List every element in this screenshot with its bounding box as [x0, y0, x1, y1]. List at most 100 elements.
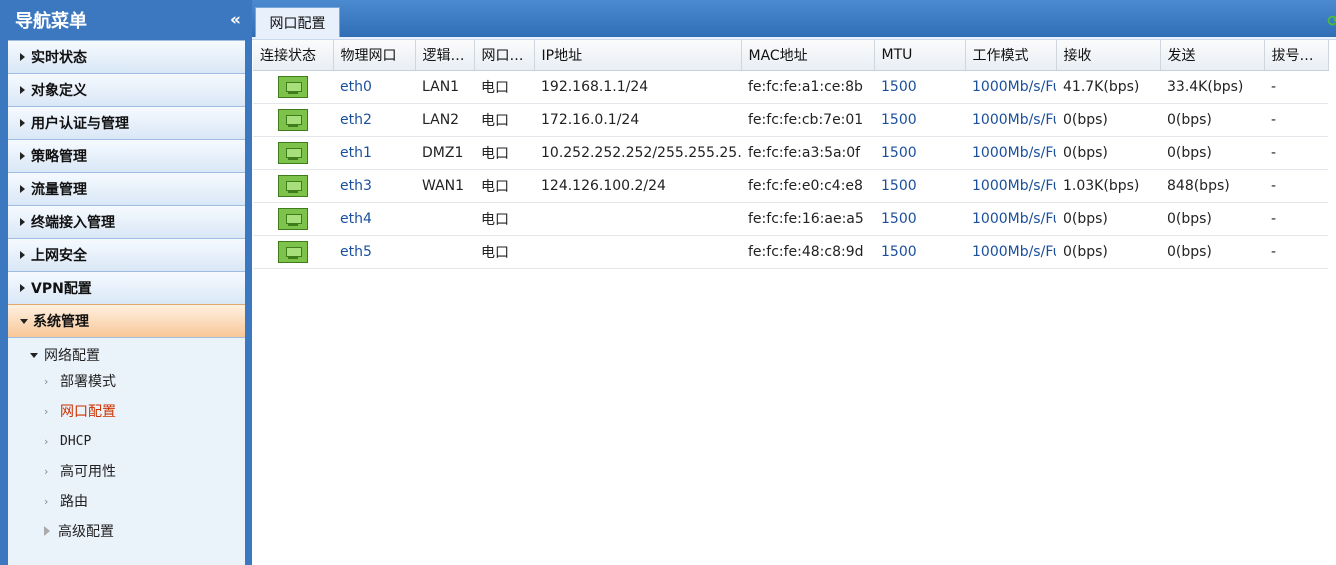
mac-address: fe:fc:fe:16:ae:a5 — [741, 202, 874, 236]
chevron-right-icon: › — [44, 404, 49, 418]
menu-item-system-management[interactable]: 系统管理 — [8, 304, 245, 337]
menu-item-terminal-access[interactable]: 终端接入管理 — [8, 205, 245, 238]
submenu: 网络配置 › 部署模式 › 网口配置 › DHCP › 高可用性 › 路由 高级配置 — [8, 337, 245, 546]
col-header-receive[interactable]: 接收 — [1056, 40, 1161, 71]
physical-port-link[interactable]: eth0 — [333, 70, 415, 104]
col-header-ip[interactable]: IP地址 — [534, 40, 742, 71]
menu-item-label: 对象定义 — [31, 83, 87, 99]
logical-port: LAN1 — [415, 70, 474, 104]
expand-arrow-icon — [20, 284, 25, 292]
submenu-item-routing[interactable]: › 路由 — [8, 486, 245, 516]
chevron-right-icon: › — [44, 434, 49, 448]
receive-rate: 1.03K(bps) — [1056, 169, 1160, 203]
dial-status: - — [1264, 103, 1328, 137]
status-cell — [253, 103, 333, 137]
network-port-connected-icon — [278, 108, 308, 131]
menu-item-vpn[interactable]: VPN配置 — [8, 271, 245, 304]
port-type: 电口 — [474, 136, 534, 170]
sidebar: 导航菜单 « 实时状态 对象定义 用户认证与管理 策略管理 流量管理 终端接入管… — [0, 0, 252, 565]
nav-menu: 实时状态 对象定义 用户认证与管理 策略管理 流量管理 终端接入管理 上网安全 … — [8, 40, 245, 565]
dial-status: - — [1264, 136, 1328, 170]
col-header-send[interactable]: 发送 — [1160, 40, 1265, 71]
chevron-right-icon: › — [44, 494, 49, 508]
ip-address: 10.252.252.252/255.255.25… — [534, 136, 741, 170]
network-port-connected-icon — [278, 174, 308, 197]
menu-item-internet-security[interactable]: 上网安全 — [8, 238, 245, 271]
physical-port-link[interactable]: eth3 — [333, 169, 415, 203]
menu-item-policy[interactable]: 策略管理 — [8, 139, 245, 172]
submenu-item-label: 高级配置 — [58, 524, 114, 540]
table-row[interactable]: eth2 LAN2 电口 172.16.0.1/24 fe:fc:fe:cb:7… — [253, 103, 1328, 137]
work-mode: 1000Mb/s/Fu — [965, 70, 1056, 104]
submenu-item-label: 路由 — [60, 494, 88, 510]
expand-arrow-icon — [20, 251, 25, 259]
menu-item-object-definition[interactable]: 对象定义 — [8, 73, 245, 106]
dial-status: - — [1264, 70, 1328, 104]
collapse-arrow-icon — [30, 352, 38, 358]
menu-item-user-auth[interactable]: 用户认证与管理 — [8, 106, 245, 139]
mac-address: fe:fc:fe:48:c8:9d — [741, 235, 874, 269]
refresh-icon[interactable]: ⟳ — [1327, 12, 1336, 30]
logical-port — [415, 202, 474, 236]
expand-arrow-icon — [20, 152, 25, 160]
table-row[interactable]: eth5 电口 fe:fc:fe:48:c8:9d 1500 1000Mb/s/… — [253, 235, 1328, 269]
submenu-item-dhcp[interactable]: › DHCP — [8, 426, 245, 456]
table-row[interactable]: eth0 LAN1 电口 192.168.1.1/24 fe:fc:fe:a1:… — [253, 70, 1328, 104]
submenu-item-port-config[interactable]: › 网口配置 — [8, 396, 245, 426]
status-cell — [253, 136, 333, 170]
submenu-item-high-availability[interactable]: › 高可用性 — [8, 456, 245, 486]
col-header-work-mode[interactable]: 工作模式 — [965, 40, 1057, 71]
network-port-connected-icon — [278, 240, 308, 263]
expand-arrow-icon — [20, 185, 25, 193]
physical-port-link[interactable]: eth5 — [333, 235, 415, 269]
table-row[interactable]: eth4 电口 fe:fc:fe:16:ae:a5 1500 1000Mb/s/… — [253, 202, 1328, 236]
network-port-connected-icon — [278, 207, 308, 230]
submenu-item-deploy-mode[interactable]: › 部署模式 — [8, 366, 245, 396]
menu-item-traffic[interactable]: 流量管理 — [8, 172, 245, 205]
receive-rate: 0(bps) — [1056, 136, 1160, 170]
expand-arrow-icon — [20, 218, 25, 226]
mac-address: fe:fc:fe:cb:7e:01 — [741, 103, 874, 137]
mtu-value: 1500 — [874, 235, 965, 269]
network-port-connected-icon — [278, 141, 308, 164]
status-cell — [253, 235, 333, 269]
col-header-mtu[interactable]: MTU — [874, 40, 966, 71]
mtu-value: 1500 — [874, 202, 965, 236]
physical-port-link[interactable]: eth1 — [333, 136, 415, 170]
send-rate: 0(bps) — [1160, 202, 1264, 236]
status-cell — [253, 169, 333, 203]
physical-port-link[interactable]: eth4 — [333, 202, 415, 236]
work-mode: 1000Mb/s/Fu — [965, 169, 1056, 203]
tab-bar: 网口配置 ⟳ — [252, 0, 1336, 37]
logical-port: LAN2 — [415, 103, 474, 137]
table-row[interactable]: eth1 DMZ1 电口 10.252.252.252/255.255.25… … — [253, 136, 1328, 170]
mtu-value: 1500 — [874, 70, 965, 104]
col-header-logical-port[interactable]: 逻辑… — [415, 40, 475, 71]
submenu-item-advanced-config[interactable]: 高级配置 — [8, 516, 245, 546]
port-type: 电口 — [474, 70, 534, 104]
menu-item-realtime-status[interactable]: 实时状态 — [8, 40, 245, 73]
col-header-physical-port[interactable]: 物理网口 — [333, 40, 416, 71]
collapse-icon[interactable]: « — [230, 11, 241, 29]
menu-item-label: 系统管理 — [33, 314, 89, 330]
physical-port-link[interactable]: eth2 — [333, 103, 415, 137]
expand-arrow-icon — [20, 86, 25, 94]
dial-status: - — [1264, 202, 1328, 236]
col-header-dial[interactable]: 拔号… — [1264, 40, 1329, 71]
sidebar-header: 导航菜单 « — [8, 0, 245, 40]
col-header-mac[interactable]: MAC地址 — [741, 40, 875, 71]
submenu-group-network-config[interactable]: 网络配置 — [8, 344, 245, 366]
mac-address: fe:fc:fe:a3:5a:0f — [741, 136, 874, 170]
receive-rate: 0(bps) — [1056, 202, 1160, 236]
col-header-port-type[interactable]: 网口… — [474, 40, 535, 71]
mtu-value: 1500 — [874, 103, 965, 137]
ip-address: 124.126.100.2/24 — [534, 169, 741, 203]
table-row[interactable]: eth3 WAN1 电口 124.126.100.2/24 fe:fc:fe:e… — [253, 169, 1328, 203]
port-type: 电口 — [474, 235, 534, 269]
chevron-right-icon: › — [44, 464, 49, 478]
send-rate: 0(bps) — [1160, 136, 1264, 170]
expand-arrow-icon — [20, 53, 25, 61]
tab-port-config[interactable]: 网口配置 — [255, 7, 340, 37]
col-header-status[interactable]: 连接状态 — [253, 40, 334, 71]
send-rate: 0(bps) — [1160, 103, 1264, 137]
